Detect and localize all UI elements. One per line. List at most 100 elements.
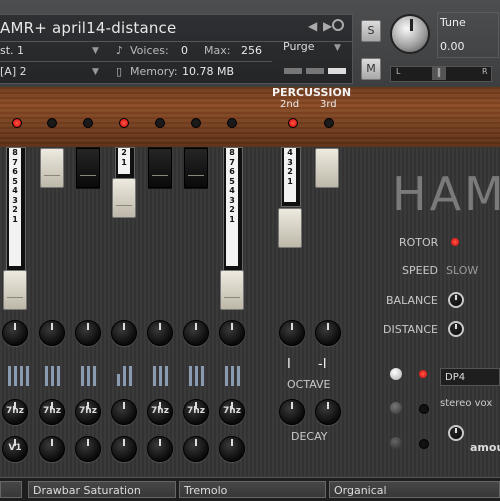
next-instrument-icon[interactable]: ▶ [323,19,332,33]
balance-knob[interactable] [448,292,464,308]
divider [0,61,272,62]
drawbar-7[interactable]: 87654321 [223,147,243,271]
drawbar-knob[interactable] [219,320,245,346]
drawbar-knob[interactable] [75,436,101,462]
drawbar-scale: 87654321 [226,148,238,266]
instrument-title[interactable]: AMR+ april14-distance [0,19,176,37]
voices-value: 0 [181,44,188,57]
balance-label: BALANCE [386,294,438,307]
drawbar-2-handle[interactable] [40,148,64,188]
drawbar-knob[interactable] [147,436,173,462]
memory-label: Memory: [130,65,178,78]
tune-label: Tune [440,16,466,29]
level-bars [78,362,104,386]
drawbar-4-handle[interactable] [112,178,136,218]
brand-logo: HAM [392,167,500,221]
drawbar-knob[interactable] [39,320,65,346]
max-voices-value[interactable]: 256 [241,44,262,57]
drawbar-scale: 87654321 [9,148,21,266]
speed-value[interactable]: SLOW [446,264,478,277]
output-dropdown-arrow-icon[interactable]: ▼ [92,46,99,56]
tune-value[interactable]: 0.00 [440,40,465,53]
amount-knob[interactable] [448,425,464,441]
drawbar-1-handle[interactable] [3,270,27,310]
drawbar-knob[interactable] [219,436,245,462]
snapshot-camera-icon[interactable] [332,19,344,31]
drawbar-knob[interactable] [183,320,209,346]
effect-slot-1-led[interactable] [419,370,427,378]
effect-preset-select[interactable]: DP4 [440,368,500,386]
rotor-led[interactable] [451,238,459,246]
vibrato-rate-knob[interactable]: 7hz [2,399,28,425]
drawbar-knob[interactable] [183,436,209,462]
solo-button[interactable]: S [361,20,381,42]
drawbar-6-handle[interactable] [184,148,208,188]
effect-slot-2-led[interactable] [419,404,429,414]
wood-panel [0,87,500,147]
bottom-tab-bar: Drawbar Saturation Tremolo Organical [0,477,500,501]
purge-meter-bar [328,68,346,74]
drawbar-knob[interactable] [2,320,28,346]
level-bars [186,362,212,386]
percussion-drawbar-1[interactable]: 4321 [281,147,301,207]
vibrato-rate-knob[interactable]: 7hz [39,399,65,425]
effect-slot-2-button[interactable] [390,402,402,414]
percussion-drawbar-1-handle[interactable] [278,208,302,248]
midi-dropdown-arrow-icon[interactable]: ▼ [92,67,99,77]
prev-instrument-icon[interactable]: ◀ [308,19,317,33]
drawbar-knob[interactable] [75,320,101,346]
tab-blank[interactable] [0,481,22,498]
vibrato-rate-knob[interactable]: 7hz [75,399,101,425]
distance-knob[interactable] [448,321,464,337]
output-channel-select[interactable]: st. 1 [0,44,24,57]
effect-slot-3-button[interactable] [390,437,402,449]
decay-label: DECAY [291,430,328,443]
drawbar-knob[interactable] [147,320,173,346]
octave-right-mark: -I [318,357,327,372]
octave-knob-1[interactable] [279,320,305,346]
percussion-drawbar-2-handle[interactable] [315,148,339,188]
drawbar-knob[interactable] [111,399,137,425]
drawbar-5-handle[interactable] [148,148,172,188]
vibrato-mode-knob[interactable]: V1 [2,436,28,462]
drawbar-knob[interactable] [111,436,137,462]
mute-button[interactable]: M [361,58,381,80]
pan-handle[interactable]: ‖ [432,66,446,80]
tab-tremolo[interactable]: Tremolo [179,481,326,498]
percussion-3rd-label: 3rd [320,99,337,110]
decay-knob-2[interactable] [315,399,341,425]
percussion-3rd-led[interactable] [324,118,334,128]
purge-button[interactable]: Purge [283,40,315,53]
tune-knob[interactable] [390,14,430,54]
drawbar-7-handle[interactable] [220,270,244,310]
effect-slot-3-led[interactable] [419,439,429,449]
effect-preset-2-select[interactable]: stereo vox [440,398,492,409]
effect-slot-1-button[interactable] [390,368,402,380]
pan-left-label: L [396,67,401,76]
level-bars [42,362,68,386]
vibrato-rate-knob[interactable]: 7hz [183,399,209,425]
level-bars [150,362,176,386]
midi-channel-select[interactable]: [A] 2 [0,65,27,78]
drawbar-knob[interactable] [111,320,137,346]
purge-meter-bar [306,68,324,74]
vibrato-rate-knob[interactable]: 7hz [147,399,173,425]
decay-knob-1[interactable] [279,399,305,425]
purge-dropdown-arrow-icon[interactable]: ▼ [334,43,341,53]
speed-label: SPEED [402,264,438,277]
octave-knob-2[interactable] [315,320,341,346]
vibrato-rate-knob[interactable]: 7hz [219,399,245,425]
level-bars [5,362,31,386]
tab-organical[interactable]: Organical [329,481,500,498]
instrument-header: AMR+ april14-distance ◀ ▶ st. 1 ▼ ♪ Voic… [0,0,500,87]
drawbar-3-handle[interactable] [76,148,100,188]
purge-meter-bar [284,68,302,74]
drawbar-1[interactable]: 87654321 [6,147,26,271]
drawbar-4[interactable]: 21 [115,147,135,179]
drawbar-knob[interactable] [39,436,65,462]
level-bars [222,362,248,386]
drawbar-led [227,118,237,128]
tab-drawbar-saturation[interactable]: Drawbar Saturation [28,481,176,498]
percussion-2nd-led[interactable] [288,118,298,128]
amount-label: amou [470,441,500,454]
